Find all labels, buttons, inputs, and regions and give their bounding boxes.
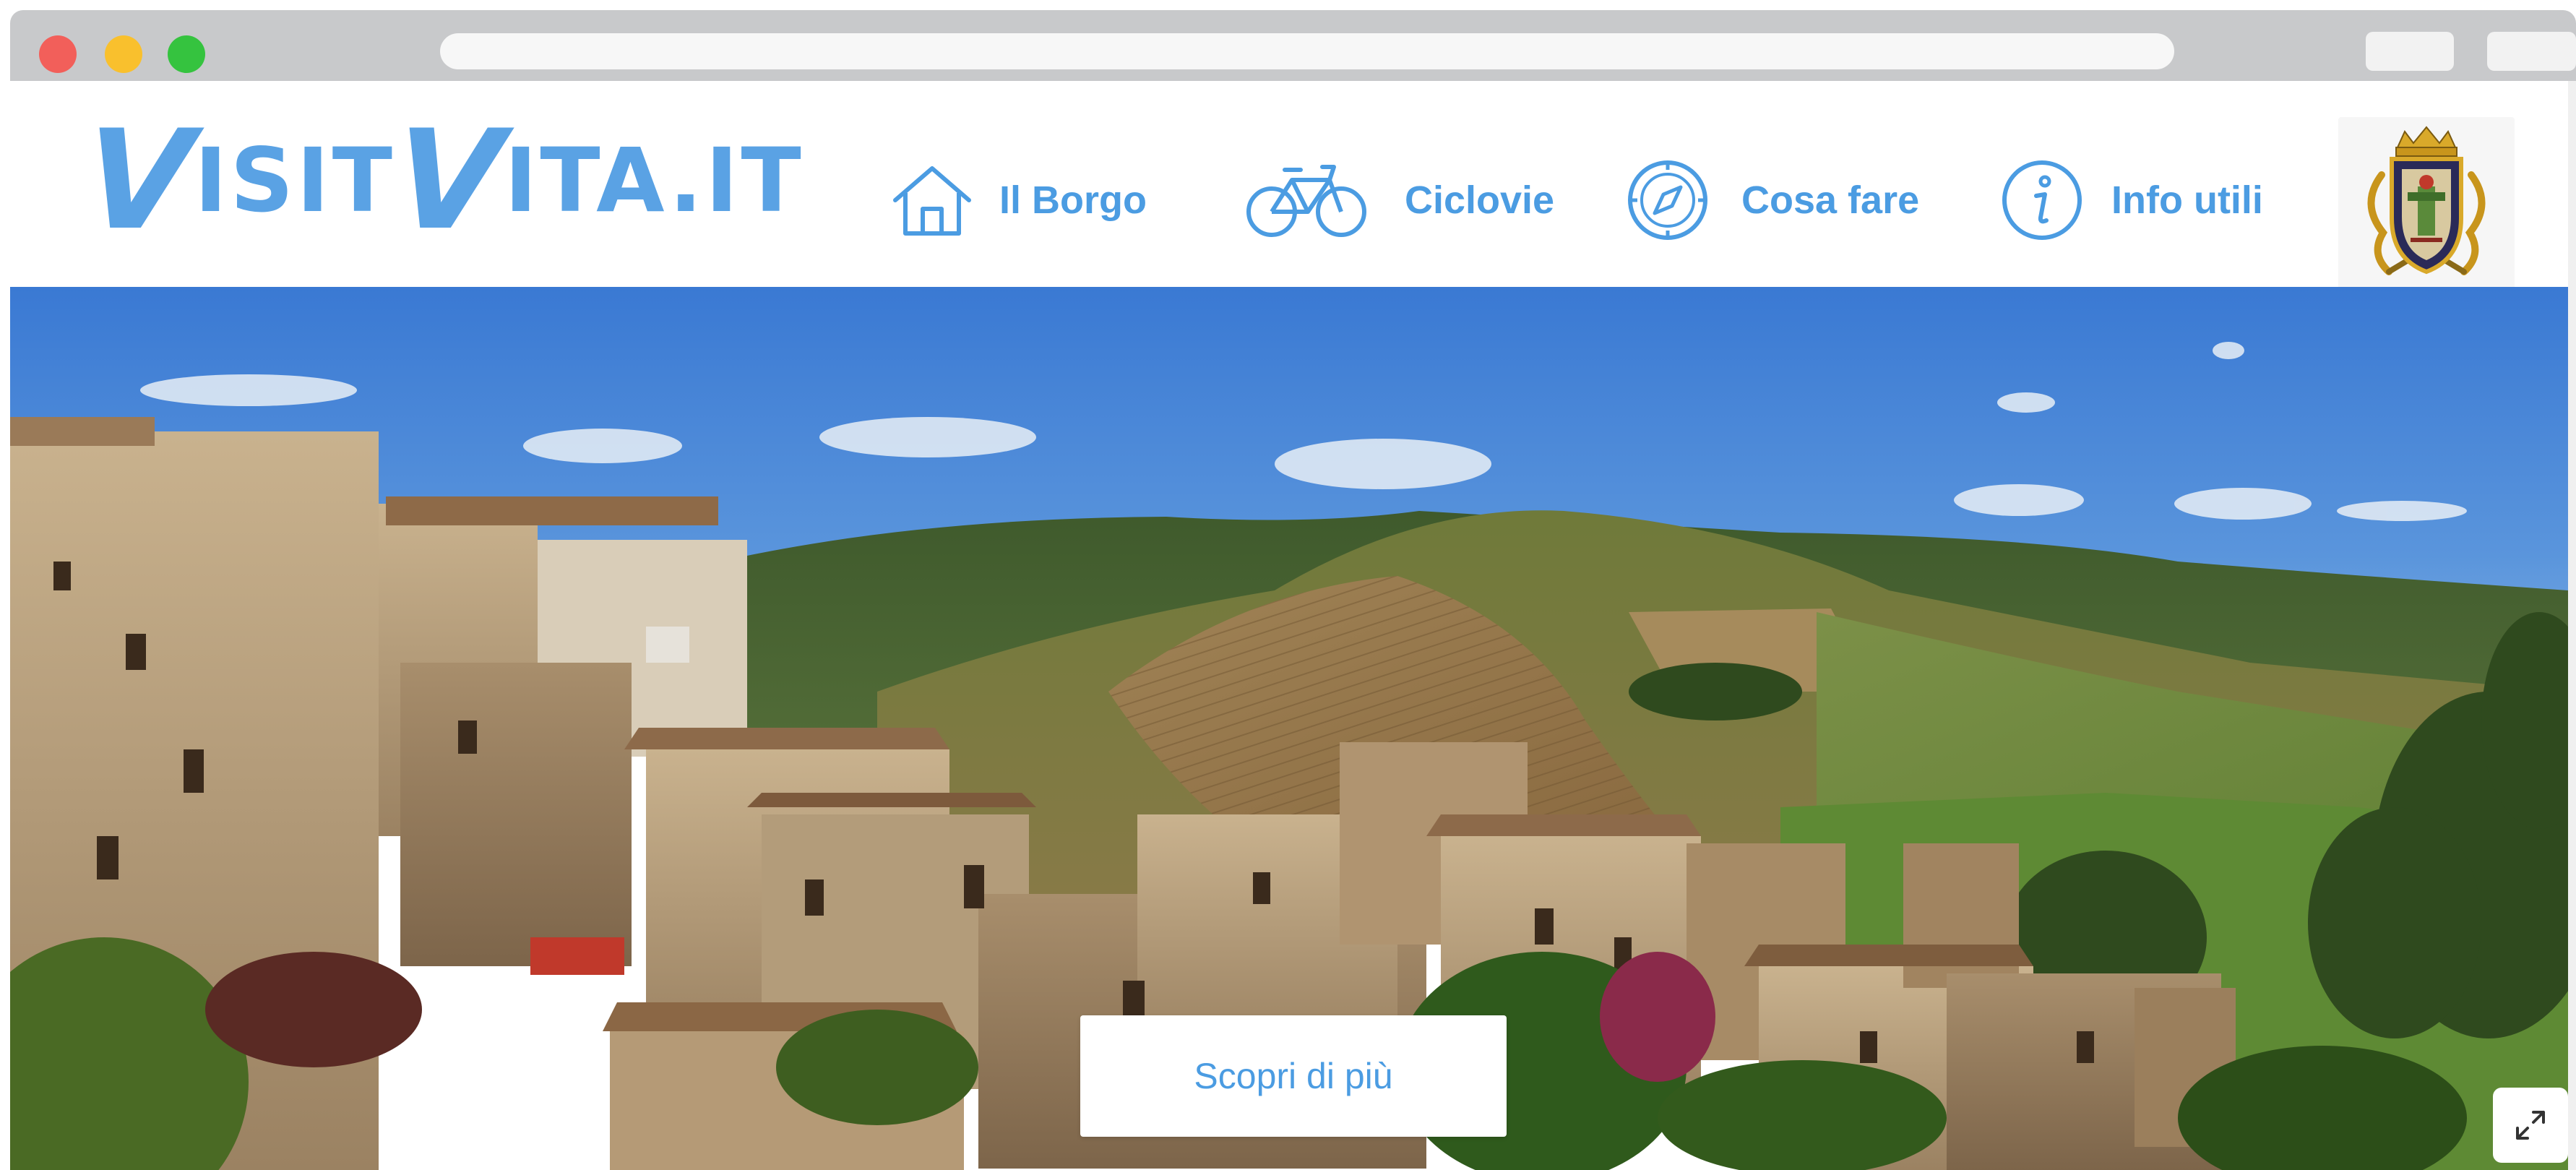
info-icon <box>2000 158 2084 242</box>
bicycle-icon <box>1244 160 1369 241</box>
site-header: V ISIT V ITA.IT Il Borgo Ciclovie Cosa f… <box>10 81 2576 298</box>
nav-label: Ciclovie <box>1405 178 1555 222</box>
logo-letter: V <box>79 100 200 260</box>
compass-icon <box>1626 158 1710 242</box>
page-scrollbar[interactable] <box>2568 81 2576 1170</box>
nav-item-ciclovie[interactable]: Ciclovie <box>1244 160 1554 240</box>
nav-item-info-utili[interactable]: Info utili <box>2000 160 2263 240</box>
address-bar[interactable] <box>440 33 2174 69</box>
toolbar-button[interactable] <box>2487 32 2576 71</box>
expand-icon[interactable] <box>2493 1088 2568 1163</box>
toolbar-button[interactable] <box>2366 32 2454 71</box>
coat-of-arms-icon[interactable] <box>2338 117 2515 298</box>
nav-label: Info utili <box>2111 178 2263 222</box>
house-icon <box>889 163 975 238</box>
nav-label: Cosa fare <box>1741 178 1920 222</box>
browser-window: V ISIT V ITA.IT Il Borgo Ciclovie Cosa f… <box>10 10 2576 1170</box>
logo-letter: V <box>389 100 510 260</box>
logo-text: ITA.IT <box>504 129 804 232</box>
logo-text: ISIT <box>194 129 395 232</box>
close-window-button[interactable] <box>39 35 77 73</box>
nav-item-il-borgo[interactable]: Il Borgo <box>889 160 1147 240</box>
maximize-window-button[interactable] <box>168 35 205 73</box>
hero-banner: Scopri di più <box>10 287 2568 1170</box>
nav-item-cosa-fare[interactable]: Cosa fare <box>1626 160 1919 240</box>
browser-toolbar <box>10 10 2576 81</box>
discover-more-button[interactable]: Scopri di più <box>1080 1015 1507 1137</box>
nav-label: Il Borgo <box>999 178 1147 222</box>
site-logo[interactable]: V ISIT V ITA.IT <box>79 100 804 260</box>
minimize-window-button[interactable] <box>105 35 142 73</box>
